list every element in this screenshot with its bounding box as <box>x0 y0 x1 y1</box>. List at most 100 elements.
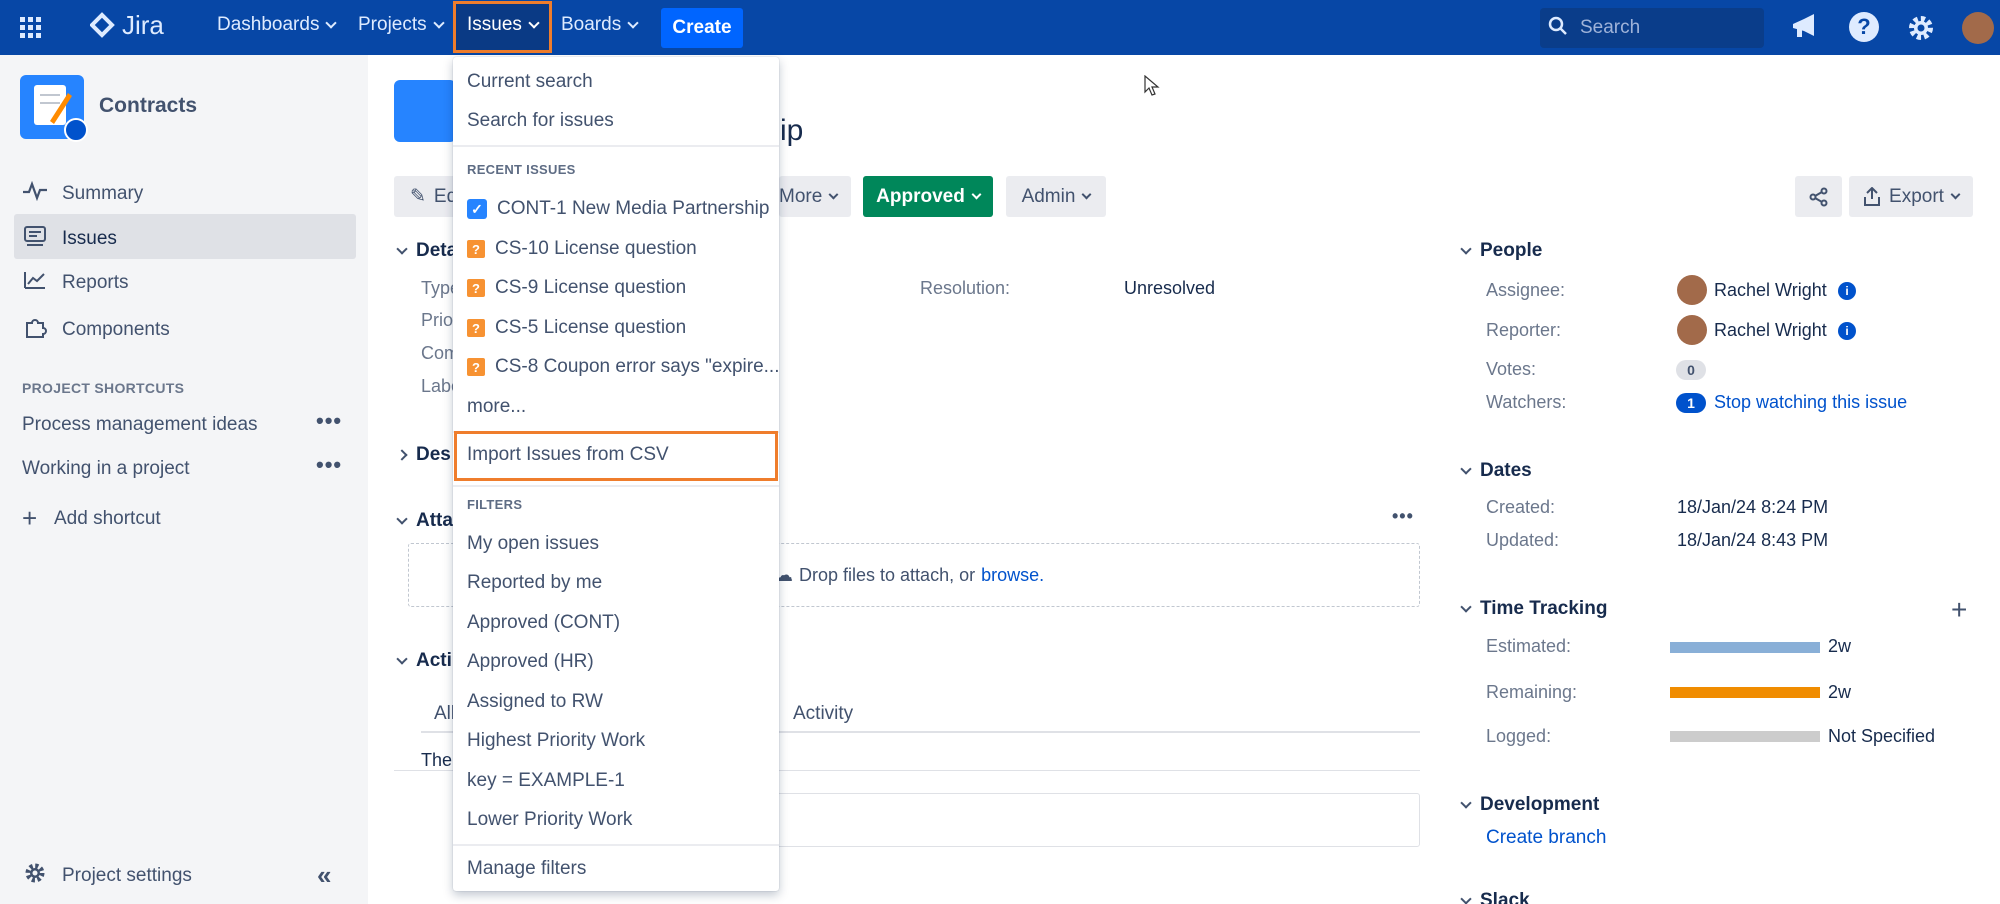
drop-files-label: Drop files to attach, or <box>799 565 976 585</box>
share-button[interactable] <box>1795 176 1842 217</box>
comment-box[interactable] <box>760 793 1420 847</box>
chevron-down-icon <box>828 189 839 199</box>
recent-issue-item[interactable]: ? CS-5 License question <box>467 317 686 339</box>
details-section-header[interactable]: Deta <box>396 240 457 262</box>
estimated-bar-track <box>1670 642 1820 653</box>
export-icon <box>1864 186 1881 206</box>
people-section-header[interactable]: People <box>1460 240 1542 262</box>
nav-boards[interactable]: Boards <box>561 14 639 36</box>
sidebar-item-summary[interactable]: Summary <box>22 180 144 207</box>
nav-issues[interactable]: Issues <box>467 14 540 36</box>
more-options-icon[interactable]: ••• <box>316 452 342 478</box>
notifications-megaphone-icon[interactable] <box>1790 13 1820 47</box>
recent-issue-item[interactable]: ? CS-8 Coupon error says "expire... <box>467 356 779 378</box>
checkbox-icon: ✓ <box>467 199 487 219</box>
sidebar-item-issues[interactable]: Issues <box>22 225 117 253</box>
description-section-header[interactable]: Des <box>396 444 451 466</box>
assignee-name[interactable]: Rachel Wright <box>1714 280 1827 301</box>
slack-section-header[interactable]: Slack <box>1460 890 1530 904</box>
create-button[interactable]: Create <box>661 8 743 48</box>
add-time-icon[interactable]: + <box>1951 594 1967 626</box>
more-options-icon[interactable]: ••• <box>1392 506 1414 527</box>
development-section-header[interactable]: Development <box>1460 794 1599 816</box>
chevron-down-icon <box>528 16 540 29</box>
shortcut-item[interactable]: Process management ideas <box>22 414 258 436</box>
filter-item[interactable]: My open issues <box>467 533 599 555</box>
chevron-down-icon <box>396 512 408 525</box>
filter-item[interactable]: Lower Priority Work <box>467 809 632 831</box>
attachments-section-header[interactable]: Atta <box>396 510 453 532</box>
chevron-down-icon <box>1950 189 1961 199</box>
time-tracking-section-header[interactable]: Time Tracking <box>1460 598 1607 620</box>
filter-item[interactable]: Approved (CONT) <box>467 612 620 634</box>
create-branch-link[interactable]: Create branch <box>1486 827 1606 849</box>
profile-avatar[interactable] <box>1962 12 1994 44</box>
filter-item[interactable]: Approved (HR) <box>467 651 594 673</box>
help-icon[interactable]: ? <box>1849 12 1879 42</box>
reports-icon <box>22 270 48 296</box>
activity-tab-activity[interactable]: Activity <box>793 703 853 725</box>
shortcut-item[interactable]: Working in a project <box>22 458 190 480</box>
menu-item-current-search[interactable]: Current search <box>467 71 593 93</box>
menu-item-more[interactable]: more... <box>467 396 526 418</box>
more-button[interactable]: More <box>779 176 851 217</box>
watchers-count-badge[interactable]: 1 <box>1676 393 1706 413</box>
settings-gear-icon <box>22 861 48 891</box>
activity-section-header[interactable]: Acti <box>396 650 452 672</box>
more-options-icon[interactable]: ••• <box>316 408 342 434</box>
browse-link[interactable]: browse. <box>981 565 1044 586</box>
nav-projects[interactable]: Projects <box>358 14 445 36</box>
jira-logo[interactable]: Jira <box>90 10 164 41</box>
stop-watching-link[interactable]: Stop watching this issue <box>1714 392 1907 413</box>
remaining-bar-track <box>1670 687 1820 698</box>
menu-item-search-for-issues[interactable]: Search for issues <box>467 110 614 132</box>
chevron-down-icon <box>1460 600 1472 613</box>
slack-header-label: Slack <box>1480 890 1530 904</box>
issue-title: ip <box>780 114 804 147</box>
project-settings-link[interactable]: Project settings <box>22 861 192 891</box>
info-icon[interactable]: i <box>1838 322 1856 340</box>
filter-item[interactable]: key = EXAMPLE-1 <box>467 770 625 792</box>
recent-issue-label: CS-8 Coupon error says "expire... <box>495 356 780 377</box>
activity-icon <box>22 180 48 207</box>
recent-issue-item[interactable]: ? CS-10 License question <box>467 238 697 260</box>
filter-item[interactable]: Highest Priority Work <box>467 730 645 752</box>
sidebar-item-components[interactable]: Components <box>22 315 170 345</box>
menu-item-manage-filters[interactable]: Manage filters <box>467 858 586 880</box>
sidebar-item-label: Summary <box>62 183 144 204</box>
logged-label: Logged: <box>1486 726 1552 746</box>
chevron-down-icon <box>1460 892 1472 904</box>
export-button[interactable]: Export <box>1849 176 1973 217</box>
reporter-name[interactable]: Rachel Wright <box>1714 320 1827 341</box>
nav-dashboards[interactable]: Dashboards <box>217 14 338 36</box>
jira-logo-icon <box>90 11 115 38</box>
admin-button[interactable]: Admin <box>1006 176 1106 217</box>
settings-gear-icon[interactable] <box>1905 12 1937 50</box>
sidebar-item-reports[interactable]: Reports <box>22 270 129 296</box>
dates-section-header[interactable]: Dates <box>1460 460 1532 482</box>
recent-issue-item[interactable]: ? CS-9 License question <box>467 277 686 299</box>
status-approved-button[interactable]: Approved <box>863 176 993 217</box>
add-shortcut-label: Add shortcut <box>54 507 161 529</box>
recent-issue-item[interactable]: ✓ CONT-1 New Media Partnership <box>467 198 769 220</box>
recent-issue-label: CS-9 License question <box>495 277 687 298</box>
filter-item[interactable]: Assigned to RW <box>467 691 603 713</box>
filter-item[interactable]: Reported by me <box>467 572 602 594</box>
attachment-drop-text: ☁ Drop files to attach, or browse. <box>775 565 1044 586</box>
sidebar-item-label: Components <box>62 319 170 340</box>
collapse-sidebar-icon[interactable]: « <box>317 860 331 891</box>
info-icon[interactable]: i <box>1838 282 1856 300</box>
search-icon <box>1548 16 1568 42</box>
issues-icon <box>22 225 48 253</box>
updated-date: 18/Jan/24 8:43 PM <box>1677 530 1829 550</box>
nav-issues-label: Issues <box>467 14 522 35</box>
nav-projects-label: Projects <box>358 14 427 35</box>
menu-item-import-csv[interactable]: Import Issues from CSV <box>467 444 669 466</box>
project-settings-label: Project settings <box>62 865 192 886</box>
activity-tab-all[interactable]: All <box>434 703 455 725</box>
add-shortcut-button[interactable]: + Add shortcut <box>22 503 161 534</box>
app-switcher-icon[interactable] <box>20 17 42 39</box>
sidebar-item-label: Reports <box>62 272 129 293</box>
votes-count-badge[interactable]: 0 <box>1676 360 1706 380</box>
search-input[interactable]: Search <box>1540 8 1764 48</box>
